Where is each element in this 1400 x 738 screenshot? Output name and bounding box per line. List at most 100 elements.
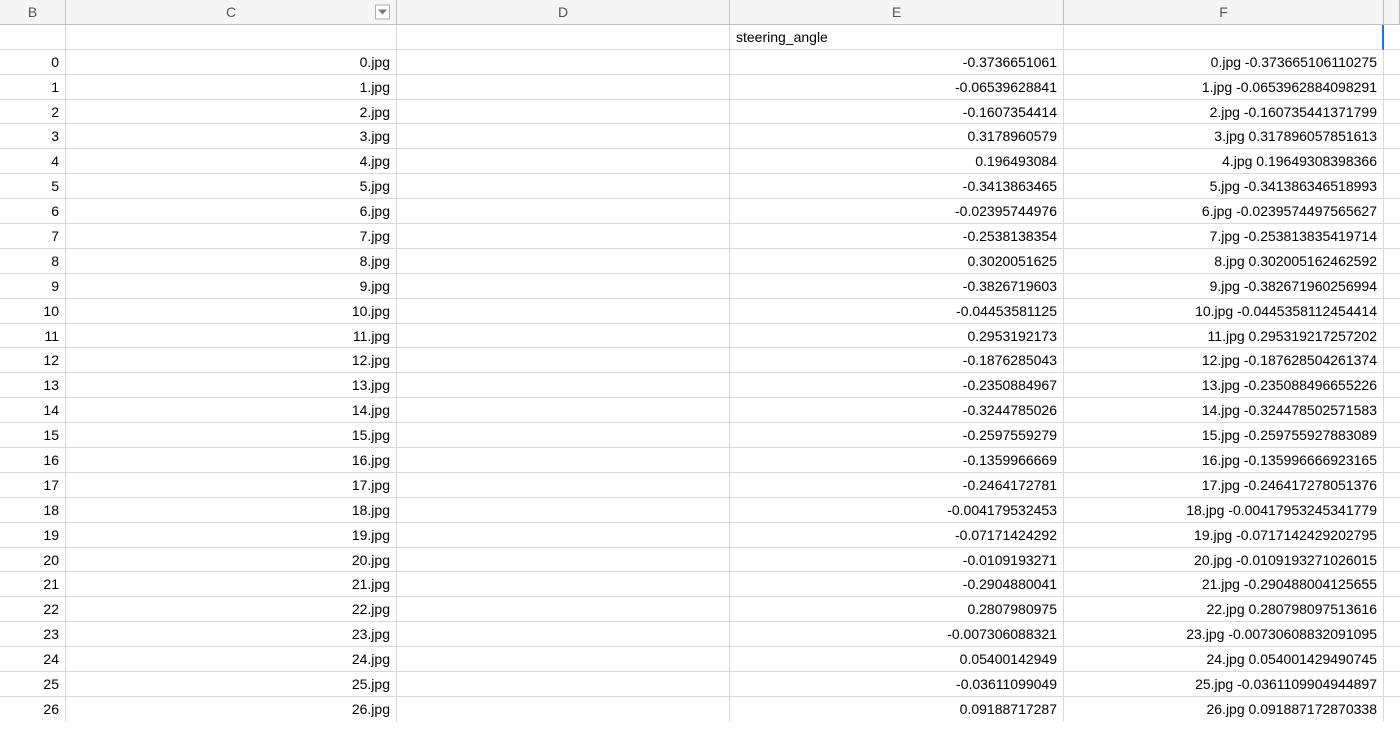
- cell-E[interactable]: -0.2350884967: [730, 373, 1064, 398]
- cell-D[interactable]: [397, 174, 730, 199]
- cell-F[interactable]: 19.jpg -0.0717142429202795: [1064, 523, 1384, 548]
- cell-E[interactable]: -0.06539628841: [730, 75, 1064, 100]
- cell-D[interactable]: [397, 274, 730, 299]
- cell-E[interactable]: 0.3178960579: [730, 124, 1064, 149]
- cell-B[interactable]: 1: [0, 75, 66, 100]
- cell-F[interactable]: 8.jpg 0.302005162462592: [1064, 249, 1384, 274]
- cell-E[interactable]: -0.3413863465: [730, 174, 1064, 199]
- cell-C[interactable]: 12.jpg: [66, 348, 397, 373]
- cell-C[interactable]: 3.jpg: [66, 124, 397, 149]
- cell-D[interactable]: [397, 149, 730, 174]
- cell-C[interactable]: 26.jpg: [66, 697, 397, 722]
- cell-D[interactable]: [397, 672, 730, 697]
- cell-C[interactable]: 15.jpg: [66, 423, 397, 448]
- cell-F[interactable]: 7.jpg -0.253813835419714: [1064, 224, 1384, 249]
- cell-D[interactable]: [397, 124, 730, 149]
- cell-D[interactable]: [397, 622, 730, 647]
- cell-B[interactable]: 4: [0, 149, 66, 174]
- cell-E[interactable]: -0.04453581125: [730, 299, 1064, 324]
- cell-D[interactable]: [397, 373, 730, 398]
- cell-E[interactable]: -0.3826719603: [730, 274, 1064, 299]
- cell-C[interactable]: 9.jpg: [66, 274, 397, 299]
- cell-B[interactable]: 9: [0, 274, 66, 299]
- cell-C[interactable]: 21.jpg: [66, 572, 397, 597]
- cell-C[interactable]: 16.jpg: [66, 448, 397, 473]
- cell-E[interactable]: -0.2904880041: [730, 572, 1064, 597]
- cell-D[interactable]: [397, 498, 730, 523]
- cell-B[interactable]: 25: [0, 672, 66, 697]
- cell-B[interactable]: 0: [0, 50, 66, 75]
- cell-F[interactable]: 17.jpg -0.246417278051376: [1064, 473, 1384, 498]
- cell-E[interactable]: -0.2597559279: [730, 423, 1064, 448]
- cell-C[interactable]: 19.jpg: [66, 523, 397, 548]
- cell-C[interactable]: 25.jpg: [66, 672, 397, 697]
- cell-F[interactable]: 18.jpg -0.00417953245341779: [1064, 498, 1384, 523]
- cell-E[interactable]: steering_angle: [730, 25, 1064, 50]
- cell-F[interactable]: 4.jpg 0.19649308398366: [1064, 149, 1384, 174]
- cell-B[interactable]: 14: [0, 398, 66, 423]
- cell-E[interactable]: -0.1876285043: [730, 348, 1064, 373]
- cell-D[interactable]: [397, 548, 730, 573]
- cell-C[interactable]: 23.jpg: [66, 622, 397, 647]
- column-header-F[interactable]: F: [1064, 0, 1384, 25]
- cell-F[interactable]: 21.jpg -0.290488004125655: [1064, 572, 1384, 597]
- cell-C[interactable]: 2.jpg: [66, 100, 397, 125]
- cell-D[interactable]: [397, 50, 730, 75]
- cell-E[interactable]: 0.2807980975: [730, 597, 1064, 622]
- cell-E[interactable]: -0.0109193271: [730, 548, 1064, 573]
- cell-D[interactable]: [397, 100, 730, 125]
- cell-B[interactable]: 16: [0, 448, 66, 473]
- cell-C[interactable]: 11.jpg: [66, 324, 397, 349]
- cell-B[interactable]: 23: [0, 622, 66, 647]
- cell-D[interactable]: [397, 348, 730, 373]
- cell-B[interactable]: 18: [0, 498, 66, 523]
- cell-F[interactable]: 25.jpg -0.0361109904944897: [1064, 672, 1384, 697]
- cell-C[interactable]: 6.jpg: [66, 199, 397, 224]
- cell-D[interactable]: [397, 523, 730, 548]
- cell-C[interactable]: 4.jpg: [66, 149, 397, 174]
- filter-dropdown-icon[interactable]: [375, 4, 390, 19]
- cell-B[interactable]: 26: [0, 697, 66, 722]
- cell-E[interactable]: -0.3244785026: [730, 398, 1064, 423]
- cell-C[interactable]: 8.jpg: [66, 249, 397, 274]
- cell-F[interactable]: 3.jpg 0.317896057851613: [1064, 124, 1384, 149]
- cell-F[interactable]: 10.jpg -0.0445358112454414: [1064, 299, 1384, 324]
- cell-E[interactable]: -0.3736651061: [730, 50, 1064, 75]
- cell-B[interactable]: 15: [0, 423, 66, 448]
- cell-B[interactable]: 24: [0, 647, 66, 672]
- cell-E[interactable]: -0.2464172781: [730, 473, 1064, 498]
- cell-F[interactable]: 26.jpg 0.091887172870338: [1064, 697, 1384, 722]
- cell-D[interactable]: [397, 224, 730, 249]
- cell-B[interactable]: 2: [0, 100, 66, 125]
- cell-D[interactable]: [397, 572, 730, 597]
- cell-C[interactable]: 13.jpg: [66, 373, 397, 398]
- cell-D[interactable]: [397, 697, 730, 722]
- cell-B[interactable]: 5: [0, 174, 66, 199]
- cell-B[interactable]: 13: [0, 373, 66, 398]
- cell-B[interactable]: 21: [0, 572, 66, 597]
- cell-B[interactable]: 10: [0, 299, 66, 324]
- cell-F[interactable]: 22.jpg 0.280798097513616: [1064, 597, 1384, 622]
- cell-F[interactable]: 24.jpg 0.054001429490745: [1064, 647, 1384, 672]
- cell-E[interactable]: 0.3020051625: [730, 249, 1064, 274]
- cell-B[interactable]: 3: [0, 124, 66, 149]
- cell-F[interactable]: 12.jpg -0.187628504261374: [1064, 348, 1384, 373]
- cell-B[interactable]: [0, 25, 66, 50]
- cell-E[interactable]: -0.1359966669: [730, 448, 1064, 473]
- cell-F-selected[interactable]: [1064, 25, 1384, 50]
- column-header-E[interactable]: E: [730, 0, 1064, 25]
- column-header-D[interactable]: D: [397, 0, 730, 25]
- cell-F[interactable]: 5.jpg -0.341386346518993: [1064, 174, 1384, 199]
- cell-F[interactable]: 11.jpg 0.295319217257202: [1064, 324, 1384, 349]
- cell-C[interactable]: 20.jpg: [66, 548, 397, 573]
- cell-B[interactable]: 19: [0, 523, 66, 548]
- cell-B[interactable]: 6: [0, 199, 66, 224]
- cell-B[interactable]: 11: [0, 324, 66, 349]
- cell-D[interactable]: [397, 75, 730, 100]
- cell-F[interactable]: 9.jpg -0.382671960256994: [1064, 274, 1384, 299]
- cell-D[interactable]: [397, 324, 730, 349]
- cell-D[interactable]: [397, 299, 730, 324]
- cell-D[interactable]: [397, 647, 730, 672]
- cell-D[interactable]: [397, 25, 730, 50]
- cell-F[interactable]: 15.jpg -0.259755927883089: [1064, 423, 1384, 448]
